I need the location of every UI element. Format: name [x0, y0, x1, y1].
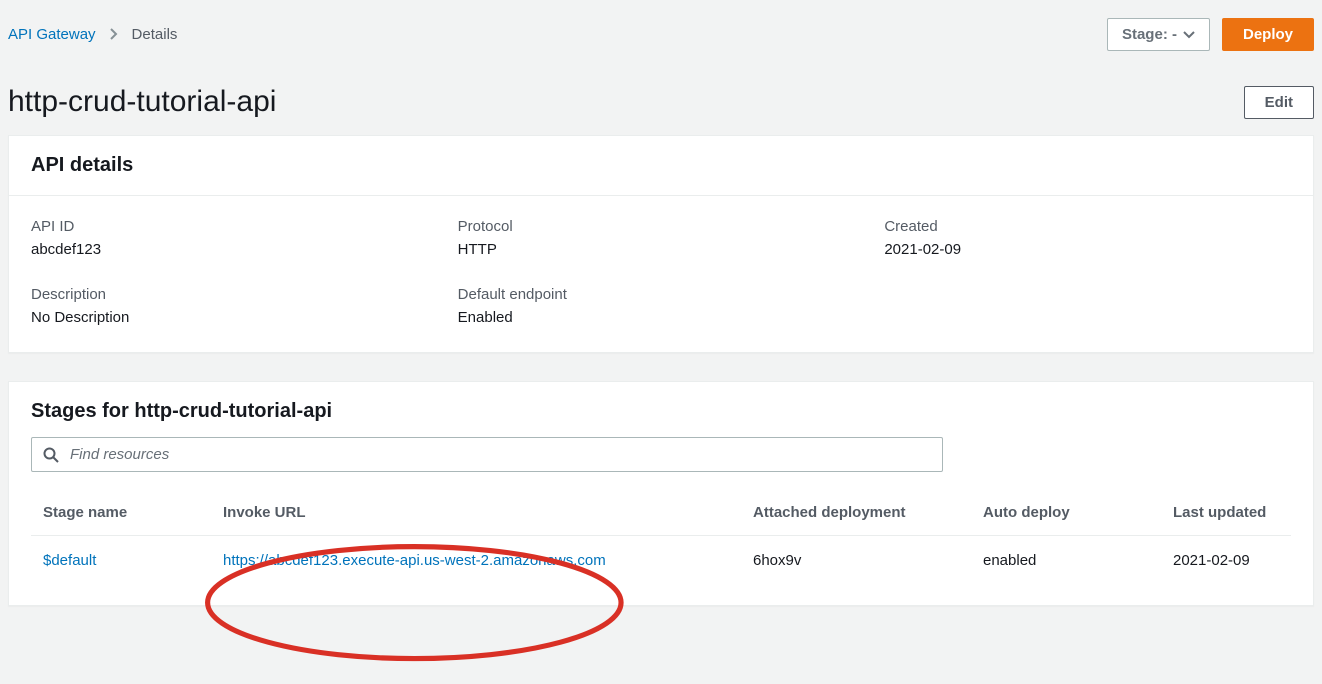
col-last-updated[interactable]: Last updated	[1161, 494, 1291, 536]
field-created: Created 2021-02-09	[884, 218, 1291, 258]
field-protocol: Protocol HTTP	[458, 218, 865, 258]
auto-deploy-value: enabled	[971, 536, 1161, 580]
label-description: Description	[31, 286, 438, 303]
label-created: Created	[884, 218, 1291, 235]
stage-selector[interactable]: Stage: -	[1107, 18, 1210, 51]
breadcrumb: API Gateway Details	[8, 26, 177, 43]
label-api-id: API ID	[31, 218, 438, 235]
stage-selector-label: Stage: -	[1122, 26, 1177, 43]
label-protocol: Protocol	[458, 218, 865, 235]
page-title: http-crud-tutorial-api	[8, 85, 276, 119]
stage-link[interactable]: $default	[43, 552, 96, 569]
value-protocol: HTTP	[458, 241, 865, 258]
value-description: No Description	[31, 309, 438, 326]
col-auto-deploy[interactable]: Auto deploy	[971, 494, 1161, 536]
col-stage-name[interactable]: Stage name	[31, 494, 211, 536]
field-description: Description No Description	[31, 286, 438, 326]
api-details-panel: API details API ID abcdef123 Protocol HT…	[8, 135, 1314, 353]
breadcrumb-root[interactable]: API Gateway	[8, 26, 96, 43]
caret-down-icon	[1183, 26, 1195, 43]
value-api-id: abcdef123	[31, 241, 438, 258]
col-attached-deployment[interactable]: Attached deployment	[741, 494, 971, 536]
search-input[interactable]	[31, 437, 943, 472]
stages-panel: Stages for http-crud-tutorial-api Stage …	[8, 381, 1314, 606]
attached-deployment-value: 6hox9v	[741, 536, 971, 580]
label-default-endpoint: Default endpoint	[458, 286, 865, 303]
field-default-endpoint: Default endpoint Enabled	[458, 286, 865, 326]
deploy-button[interactable]: Deploy	[1222, 18, 1314, 51]
chevron-right-icon	[110, 27, 118, 43]
breadcrumb-current: Details	[132, 26, 178, 43]
last-updated-value: 2021-02-09	[1161, 536, 1291, 580]
stages-heading: Stages for http-crud-tutorial-api	[31, 400, 1291, 423]
edit-button[interactable]: Edit	[1244, 86, 1314, 119]
api-details-heading: API details	[31, 154, 1291, 177]
value-default-endpoint: Enabled	[458, 309, 865, 326]
field-api-id: API ID abcdef123	[31, 218, 438, 258]
table-row: $default https://abcdef123.execute-api.u…	[31, 536, 1291, 580]
col-invoke-url[interactable]: Invoke URL	[211, 494, 741, 536]
invoke-url-link[interactable]: https://abcdef123.execute-api.us-west-2.…	[223, 552, 606, 569]
stages-table: Stage name Invoke URL Attached deploymen…	[31, 494, 1291, 579]
value-created: 2021-02-09	[884, 241, 1291, 258]
